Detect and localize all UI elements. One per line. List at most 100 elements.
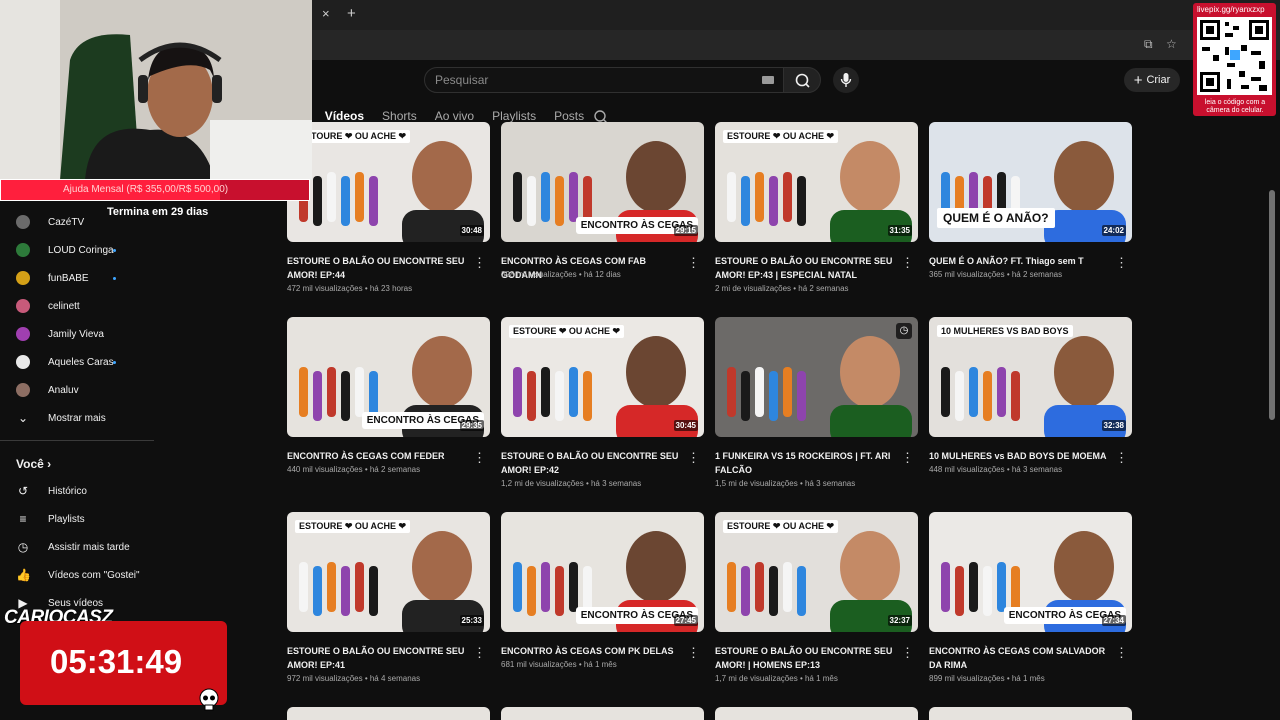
you-item[interactable]: ≡ Playlists — [16, 509, 84, 529]
search-input[interactable]: Pesquisar — [424, 67, 784, 93]
subscription-item[interactable]: celinett — [16, 296, 80, 316]
page-scrollbar[interactable] — [1269, 190, 1275, 420]
upload-age: há 3 semanas — [590, 479, 642, 488]
video-duration: 29:35 — [459, 420, 484, 431]
install-app-icon[interactable]: ⧉ — [1144, 37, 1153, 52]
you-item[interactable]: ◷ Assistir mais tarde — [16, 537, 130, 557]
subscription-label: Jamily Vieva — [48, 328, 104, 340]
video-title[interactable]: ENCONTRO ÀS CEGAS COM PK DELAS — [501, 644, 686, 658]
video-thumbnail[interactable]: 10 MULHERES VS BAD BOYS 32:38 — [929, 317, 1132, 437]
create-button[interactable]: + Criar — [1124, 68, 1180, 92]
subscription-item[interactable]: Analuv — [16, 380, 79, 400]
video-thumbnail[interactable] — [929, 707, 1132, 720]
video-title[interactable]: ESTOURE O BALÃO OU ENCONTRE SEU AMOR! | … — [715, 644, 900, 672]
video-thumbnail[interactable]: ESTOURE ❤ OU ACHE ❤ 30:48 — [287, 122, 490, 242]
video-duration: 25:33 — [459, 615, 484, 626]
video-duration: 32:37 — [887, 615, 912, 626]
streamer-webcam-image — [0, 0, 312, 180]
upload-age: há 3 semanas — [804, 479, 856, 488]
more-options-icon[interactable]: ⋮ — [901, 256, 914, 269]
video-thumbnail[interactable]: ENCONTRO ÀS CEGAS 27:34 — [929, 512, 1132, 632]
video-thumbnail[interactable] — [501, 707, 704, 720]
thumbnail-badge: ESTOURE ❤ OU ACHE ❤ — [723, 130, 839, 143]
qr-url: livepix.gg/ryanxzxp — [1197, 5, 1265, 14]
video-thumbnail[interactable]: ESTOURE ❤ OU ACHE ❤ 25:33 — [287, 512, 490, 632]
webcam-overlay — [0, 0, 312, 180]
more-options-icon[interactable]: ⋮ — [687, 451, 700, 464]
video-title[interactable]: 1 FUNKEIRA VS 15 ROCKEIROS | FT. ARI FAL… — [715, 449, 900, 477]
show-more-button[interactable]: ⌄ Mostrar mais — [16, 408, 106, 428]
more-options-icon[interactable]: ⋮ — [687, 646, 700, 659]
more-options-icon[interactable]: ⋮ — [901, 451, 914, 464]
watch-later-icon[interactable]: ◷ — [896, 323, 912, 339]
subscription-item[interactable]: LOUD Coringa — [16, 240, 114, 260]
donation-goal-text: Ajuda Mensal (R$ 355,00/R$ 500,00) — [63, 184, 229, 195]
tab-live[interactable]: Ao vivo — [435, 109, 474, 123]
keyboard-icon[interactable] — [762, 76, 774, 84]
tab-posts[interactable]: Posts — [554, 109, 584, 123]
video-title[interactable]: ESTOURE O BALÃO OU ENCONTRE SEU AMOR! EP… — [287, 644, 472, 672]
video-thumbnail[interactable]: ESTOURE ❤ OU ACHE ❤ 30:45 — [501, 317, 704, 437]
video-thumbnail[interactable] — [287, 707, 490, 720]
video-thumbnail[interactable]: ESTOURE ❤ OU ACHE ❤ 31:35 — [715, 122, 918, 242]
more-options-icon[interactable]: ⋮ — [687, 256, 700, 269]
tab-playlists[interactable]: Playlists — [492, 109, 536, 123]
meta-separator: • — [583, 479, 591, 488]
video-title[interactable]: ESTOURE O BALÃO OU ENCONTRE SEU AMOR! EP… — [715, 254, 900, 282]
view-count: 899 mil visualizações — [929, 674, 1005, 683]
video-title[interactable]: 10 MULHERES vs BAD BOYS DE MOEMA — [929, 449, 1114, 463]
watch-later-icon: ◷ — [17, 540, 29, 554]
video-thumbnail[interactable]: QUEM É O ANÃO? 24:02 — [929, 122, 1132, 242]
subscription-label: CazéTV — [48, 216, 85, 228]
subscription-label: funBABE — [48, 272, 89, 284]
video-thumbnail[interactable] — [715, 707, 918, 720]
new-tab-icon[interactable]: + — [347, 5, 356, 22]
you-section-title[interactable]: Você › — [16, 457, 51, 471]
tab-close-icon[interactable]: × — [322, 6, 330, 21]
video-title[interactable]: ENCONTRO ÀS CEGAS COM SALVADOR DA RIMA — [929, 644, 1114, 672]
meta-separator: • — [362, 465, 370, 474]
tab-shorts[interactable]: Shorts — [382, 109, 417, 123]
bookmark-star-icon[interactable]: ☆ — [1166, 37, 1177, 51]
subscription-item[interactable]: Aqueles Caras — [16, 352, 114, 372]
view-count: 365 mil visualizações — [929, 270, 1005, 279]
subscription-item[interactable]: funBABE — [16, 268, 89, 288]
subscription-item[interactable]: Jamily Vieva — [16, 324, 104, 344]
video-thumbnail[interactable]: ◷ — [715, 317, 918, 437]
video-title[interactable]: ESTOURE O BALÃO OU ENCONTRE SEU AMOR! EP… — [287, 254, 472, 282]
video-thumbnail[interactable]: ENCONTRO ÀS CEGAS 27:45 — [501, 512, 704, 632]
thumbnail-badge: ESTOURE ❤ OU ACHE ❤ — [295, 520, 411, 533]
subscription-item[interactable]: CazéTV — [16, 212, 84, 232]
video-thumbnail[interactable]: ESTOURE ❤ OU ACHE ❤ 32:37 — [715, 512, 918, 632]
create-label: Criar — [1146, 74, 1171, 86]
more-options-icon[interactable]: ⋮ — [473, 256, 486, 269]
more-options-icon[interactable]: ⋮ — [1115, 451, 1128, 464]
video-title[interactable]: ESTOURE O BALÃO OU ENCONTRE SEU AMOR! EP… — [501, 449, 686, 477]
video-thumbnail[interactable]: ENCONTRO ÀS CEGAS 29:15 — [501, 122, 704, 242]
video-thumbnail[interactable]: ENCONTRO ÀS CEGAS 29:35 — [287, 317, 490, 437]
upload-age: há 2 semanas — [798, 284, 849, 293]
video-meta: 899 mil visualizações • há 1 mês — [929, 674, 1045, 683]
view-count: 448 mil visualizações — [929, 465, 1005, 474]
more-options-icon[interactable]: ⋮ — [901, 646, 914, 659]
show-more-label: Mostrar mais — [48, 412, 106, 424]
plus-icon: + — [1133, 71, 1143, 89]
history-icon: ↺ — [17, 484, 29, 498]
meta-separator: • — [1004, 674, 1012, 683]
more-options-icon[interactable]: ⋮ — [473, 646, 486, 659]
more-options-icon[interactable]: ⋮ — [1115, 256, 1128, 269]
voice-search-button[interactable] — [833, 67, 859, 93]
video-title[interactable]: ENCONTRO ÀS CEGAS COM FEDER — [287, 449, 472, 463]
you-item[interactable]: ↺ Histórico — [16, 481, 87, 501]
thumbnail-badge: ESTOURE ❤ OU ACHE ❤ — [509, 325, 625, 338]
microphone-icon — [840, 73, 852, 87]
video-title[interactable]: QUEM É O ANÃO? FT. Thiago sem T — [929, 254, 1114, 268]
more-options-icon[interactable]: ⋮ — [1115, 646, 1128, 659]
you-item[interactable]: 👍 Vídeos com "Gostei" — [16, 565, 140, 585]
video-meta: 365 mil visualizações • há 2 semanas — [929, 270, 1062, 279]
video-meta: 440 mil visualizações • há 2 semanas — [287, 465, 420, 474]
search-button[interactable] — [783, 67, 821, 93]
subscription-label: celinett — [48, 300, 80, 312]
channel-avatar — [16, 243, 30, 257]
more-options-icon[interactable]: ⋮ — [473, 451, 486, 464]
